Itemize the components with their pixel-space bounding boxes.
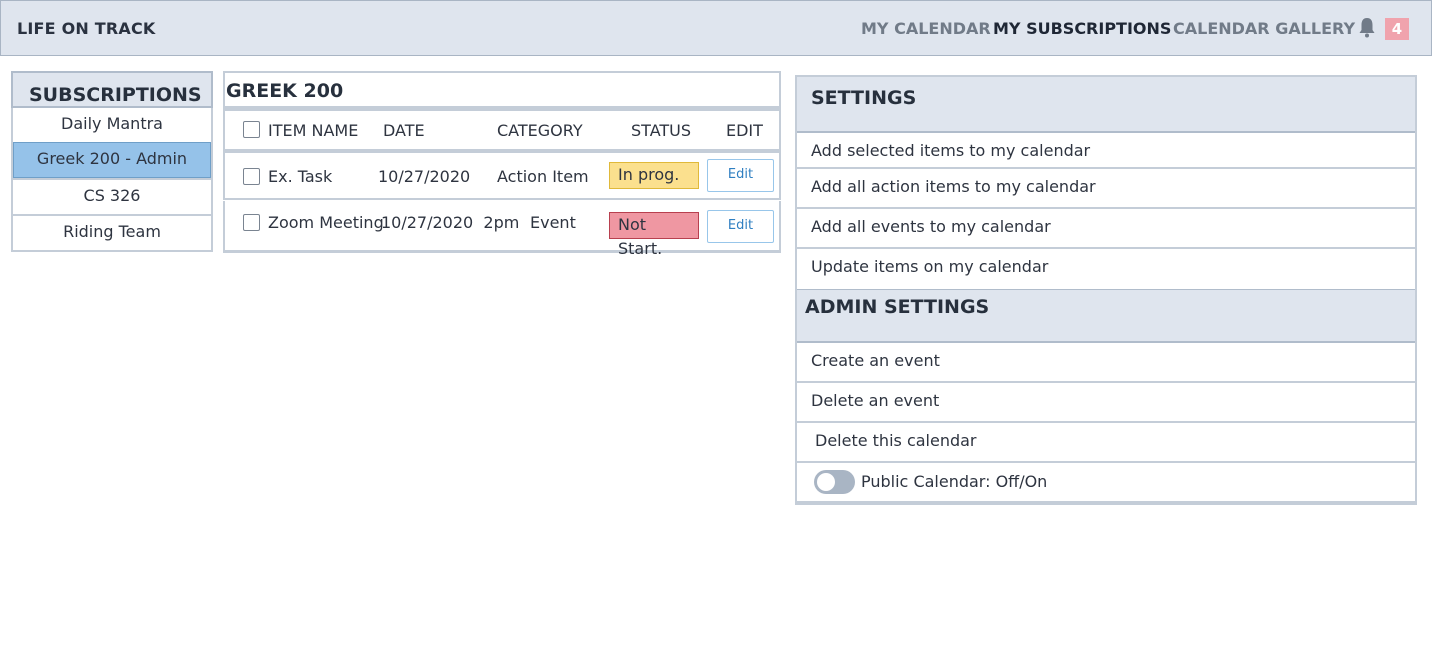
app-title[interactable]: LIFE ON TRACK [17,19,156,38]
public-calendar-setting: Public Calendar: Off/On [797,463,1415,503]
column-header-status: STATUS [631,121,692,140]
status-badge[interactable]: Not Start. [609,212,699,258]
row-checkbox[interactable] [243,214,260,231]
calendar-title: GREEK 200 [223,71,781,108]
public-calendar-label: Public Calendar: Off/On [861,472,1048,491]
nav-my-calendar[interactable]: MY CALENDAR [861,19,991,38]
nav-calendar-gallery[interactable]: CALENDAR GALLERY [1173,19,1355,38]
edit-button[interactable]: Edit [707,210,774,243]
notification-badge[interactable]: 4 [1385,18,1409,40]
column-header-category: CATEGORY [497,121,583,140]
delete-calendar-option[interactable]: Delete this calendar [797,423,1415,463]
subscription-item-riding-team[interactable]: Riding Team [13,214,211,250]
add-all-events-option[interactable]: Add all events to my calendar [797,209,1415,249]
status-badge[interactable]: In prog. [609,162,699,189]
toggle-knob [817,473,835,491]
settings-panel: SETTINGS Add selected items to my calend… [795,75,1417,505]
subscription-item-daily-mantra[interactable]: Daily Mantra [13,108,211,142]
subscriptions-list: Daily Mantra Greek 200 - Admin CS 326 Ri… [11,108,213,252]
subscriptions-heading: SUBSCRIPTIONS [11,71,213,108]
settings-heading: SETTINGS [797,77,1415,133]
public-calendar-toggle[interactable] [814,470,855,494]
top-nav-bar: LIFE ON TRACK MY CALENDAR MY SUBSCRIPTIO… [0,0,1432,56]
item-name: Zoom Meeting [268,213,384,232]
column-header-date: DATE [383,121,425,140]
item-date: 10/27/2020 [378,167,471,186]
row-checkbox[interactable] [243,168,260,185]
column-header-item-name: ITEM NAME [268,121,359,140]
item-category: Event [530,213,576,232]
delete-event-option[interactable]: Delete an event [797,383,1415,423]
subscription-item-cs-326[interactable]: CS 326 [13,178,211,214]
table-row: Zoom Meeting 10/27/2020 2pm Event Not St… [223,201,781,258]
item-name: Ex. Task [268,167,333,186]
bell-icon[interactable] [1358,17,1376,39]
item-date: 10/27/2020 2pm [381,213,520,232]
item-category: Action Item [497,167,589,186]
create-event-option[interactable]: Create an event [797,343,1415,383]
edit-button[interactable]: Edit [707,159,774,192]
table-row: Ex. Task 10/27/2020 Action Item In prog.… [223,152,781,200]
add-all-action-items-option[interactable]: Add all action items to my calendar [797,169,1415,209]
subscription-item-greek-200-admin[interactable]: Greek 200 - Admin [13,142,211,178]
column-header-edit: EDIT [726,121,763,140]
nav-my-subscriptions[interactable]: MY SUBSCRIPTIONS [993,19,1171,38]
select-all-checkbox[interactable] [243,121,260,138]
add-selected-items-option[interactable]: Add selected items to my calendar [797,133,1415,169]
table-header: ITEM NAME DATE CATEGORY STATUS EDIT [223,108,781,152]
update-items-option[interactable]: Update items on my calendar [797,249,1415,289]
admin-settings-heading: ADMIN SETTINGS [797,289,1415,343]
